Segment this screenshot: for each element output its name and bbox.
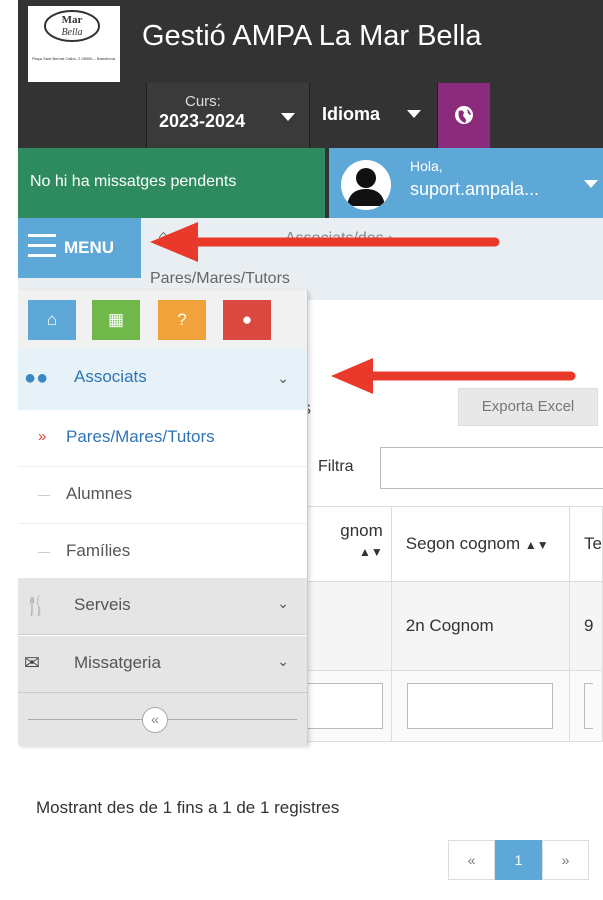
svg-text:Bella: Bella: [61, 27, 82, 38]
column-filter-cell: [390, 670, 571, 742]
sidebar-item-serveis[interactable]: 🍴 Serveis ⌄: [18, 578, 307, 635]
sidebar-item-missatgeria[interactable]: ✉ Missatgeria ⌄: [18, 636, 307, 693]
svg-text:Mar: Mar: [62, 14, 83, 26]
sidebar-subitem-families[interactable]: Famílies: [18, 524, 307, 581]
shortcut-help-button[interactable]: ?: [158, 300, 206, 340]
chat-icon: ●: [241, 310, 253, 329]
chevron-down-icon: ⌄: [277, 595, 289, 611]
globe-button[interactable]: [437, 83, 490, 148]
ampa-logo[interactable]: Mar Bella Plaça Sant Bernat Calbó, 2 080…: [28, 6, 120, 82]
column-header-segon-cognom[interactable]: Segon cognom ▲▼: [390, 506, 571, 582]
sidebar-item-label: Missatgeria: [74, 653, 161, 672]
menu-label: MENU: [64, 238, 115, 257]
table-cell: 9: [569, 581, 603, 671]
curs-value: 2023-2024: [159, 111, 246, 131]
curs-selector[interactable]: Curs: 2023-2024: [146, 83, 309, 148]
sidebar-menu: ⌂ ▦ ? ● ●● Associats ⌄ » Pares/Mares/Tut…: [18, 290, 308, 745]
messages-status[interactable]: No hi ha missatges pendents: [18, 148, 325, 218]
chevron-down-icon: ⌄: [277, 370, 289, 386]
column-header-te[interactable]: Te: [569, 506, 603, 582]
messages-status-text: No hi ha missatges pendents: [30, 173, 237, 190]
column-filter-input[interactable]: [584, 683, 594, 729]
tree-tick: [38, 552, 50, 553]
shortcut-chat-button[interactable]: ●: [223, 300, 271, 340]
logo-mark: Mar Bella: [44, 10, 100, 42]
column-filter-cell: [569, 670, 603, 742]
sidebar-item-associats[interactable]: ●● Associats ⌄: [18, 348, 307, 411]
sidebar-collapse: «: [18, 693, 307, 745]
pagination-info: Mostrant des de 1 fins a 1 de 1 registre…: [36, 798, 340, 817]
pagination-page[interactable]: 1: [495, 840, 542, 880]
table-cell: 2n Cognom: [390, 581, 571, 671]
app-header: Mar Bella Plaça Sant Bernat Calbó, 2 080…: [18, 0, 603, 83]
user-menu[interactable]: Hola, suport.ampala...: [329, 148, 603, 218]
sidebar-shortcuts: ⌂ ▦ ? ●: [18, 290, 307, 349]
greeting: Hola,: [410, 158, 443, 174]
column-header-label: Segon cognom: [405, 534, 521, 553]
app-frame: Mar Bella Plaça Sant Bernat Calbó, 2 080…: [18, 0, 603, 900]
home-icon: ⌂: [46, 310, 58, 329]
pagination-prev[interactable]: «: [448, 840, 495, 880]
shortcut-calendar-button[interactable]: ▦: [92, 300, 140, 340]
sidebar-subitem-label: Alumnes: [66, 484, 133, 503]
column-filter-input[interactable]: [407, 683, 554, 729]
menu-button[interactable]: MENU: [18, 218, 141, 278]
sidebar-subitem-label: Famílies: [66, 541, 131, 560]
hamburger-icon: [28, 234, 56, 264]
active-marker-icon: »: [38, 428, 47, 445]
username: suport.ampala...: [410, 179, 540, 199]
breadcrumb-item-current: Pares/Mares/Tutors: [150, 270, 290, 287]
curs-label: Curs:: [185, 93, 221, 110]
avatar: [341, 160, 391, 210]
idioma-label: Idioma: [322, 104, 381, 124]
idioma-selector[interactable]: Idioma: [309, 83, 437, 148]
sidebar-item-label: Serveis: [74, 595, 131, 614]
pagination: « 1 »: [448, 840, 589, 880]
chevron-down-icon: [407, 110, 421, 118]
column-header-label: Te: [584, 534, 602, 553]
annotation-arrow: [331, 358, 576, 394]
sidebar-subitem-alumnes[interactable]: Alumnes: [18, 467, 307, 524]
sort-icon: ▲▼: [524, 538, 549, 552]
toolbar: Curs: 2023-2024 Idioma: [18, 83, 603, 148]
sidebar-item-label: Associats: [74, 367, 147, 386]
filter-label: Filtra: [318, 458, 354, 475]
status-bar: No hi ha missatges pendents Hola, suport…: [18, 148, 603, 218]
users-icon: ●●: [24, 367, 49, 389]
shortcut-home-button[interactable]: ⌂: [28, 300, 76, 340]
user-icon: [347, 168, 385, 206]
pagination-next[interactable]: »: [542, 840, 589, 880]
globe-icon: [455, 106, 473, 124]
question-icon: ?: [177, 310, 187, 329]
calendar-icon: ▦: [107, 310, 125, 329]
collapse-sidebar-button[interactable]: «: [142, 707, 168, 733]
cutlery-icon: 🍴: [24, 596, 48, 617]
app-title: Gestió AMPA La Mar Bella: [142, 20, 482, 52]
sidebar-subitem-pares[interactable]: » Pares/Mares/Tutors: [18, 410, 307, 467]
chevron-down-icon: [281, 113, 295, 121]
tree-tick: [38, 495, 50, 496]
annotation-arrow: [150, 222, 500, 262]
sidebar-subitem-label: Pares/Mares/Tutors: [66, 427, 215, 446]
filter-input[interactable]: [380, 447, 603, 489]
chevron-down-icon: [584, 180, 598, 188]
logo-address: Plaça Sant Bernat Calbó, 2 08005 – Barce…: [32, 56, 115, 61]
chevron-down-icon: ⌄: [277, 653, 289, 669]
envelope-icon: ✉: [24, 653, 40, 674]
